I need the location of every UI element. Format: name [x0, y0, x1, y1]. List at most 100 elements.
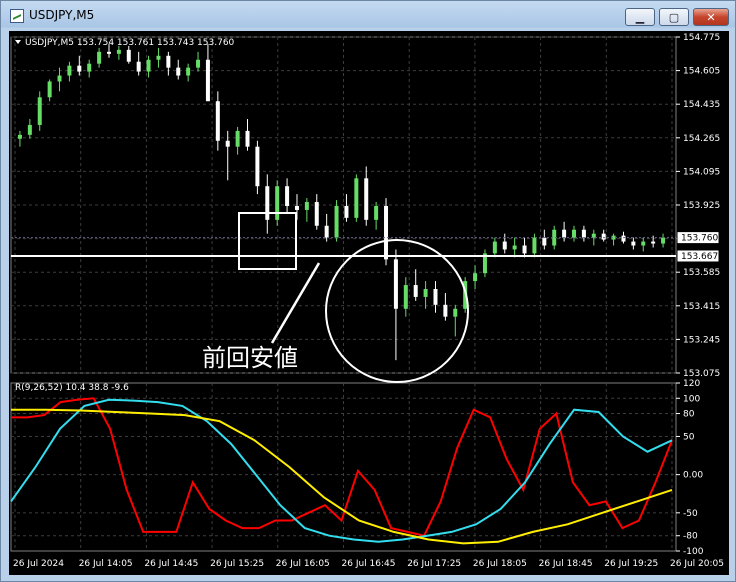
indicator-tick-label: 100 [683, 394, 700, 404]
time-tick-label: 26 Jul 17:25 [407, 559, 461, 569]
candle-body [423, 289, 428, 297]
time-tick-label: 26 Jul 14:45 [144, 559, 198, 569]
price-tick-label: 153.585 [683, 268, 720, 278]
candle-body [106, 51, 111, 54]
time-tick-label: 26 Jul 19:25 [604, 559, 658, 569]
time-tick-label: 26 Jul 2024 [13, 559, 64, 569]
chart-area[interactable]: 26 Jul 2024 26 Jul 14:05 26 Jul 14:45 26 Ju… [9, 31, 729, 575]
candle-body [275, 186, 280, 220]
candle-body [47, 81, 52, 98]
title-bar[interactable]: USDJPY,M5 ▁ ▢ ✕ [1, 1, 735, 31]
candle-body [542, 237, 547, 246]
time-tick-label: 26 Jul 18:45 [539, 559, 593, 569]
candle-body [522, 245, 527, 254]
price-tick-label: 154.435 [683, 100, 720, 110]
price-tick-label: 154.265 [683, 134, 720, 144]
price-tick-label: 153.245 [683, 335, 720, 345]
price-tick-label: 154.775 [683, 33, 720, 43]
candle-body [512, 245, 517, 250]
candle-body [156, 55, 161, 60]
price-tick-label: 154.095 [683, 167, 720, 177]
candle-body [651, 241, 656, 244]
chart-app-icon [10, 9, 24, 23]
candle-body [562, 229, 567, 238]
candle-body [374, 205, 379, 220]
candle-body [433, 289, 438, 305]
candle-body [225, 140, 230, 147]
candle-body [97, 51, 102, 64]
candle-body [631, 241, 636, 246]
price-tick-label: 153.075 [683, 369, 720, 379]
candle-body [245, 130, 250, 147]
price-tick-label: 153.925 [683, 201, 720, 211]
candle-body [57, 75, 62, 82]
price-chart[interactable]: 26 Jul 2024 26 Jul 14:05 26 Jul 14:45 26 Ju… [9, 31, 729, 575]
indicator-tick-label: 80 [683, 410, 695, 420]
candle-body [453, 308, 458, 317]
candle-body [17, 134, 22, 139]
annotation-pointer-line [270, 262, 321, 344]
candle-body [591, 233, 596, 238]
indicator-tick-label: -50 [683, 509, 698, 519]
dropdown-triangle-icon [15, 40, 21, 44]
candle-body [403, 285, 408, 309]
candle-body [126, 49, 131, 62]
candle-body [205, 59, 210, 102]
candle-body [67, 65, 72, 76]
hline-price-label: 153.667 [681, 252, 718, 262]
indicator-tick-label: -100 [683, 547, 704, 557]
candle-body [27, 124, 32, 135]
time-tick-label: 26 Jul 18:05 [473, 559, 527, 569]
candle-body [87, 63, 92, 72]
minimize-button[interactable]: ▁ [625, 8, 655, 26]
candle-body [502, 241, 507, 250]
window-title: USDJPY,M5 [29, 8, 95, 22]
candle-body [601, 233, 606, 240]
candle-body [641, 241, 646, 246]
close-button[interactable]: ✕ [693, 8, 729, 26]
indicator-series-line-1 [11, 397, 673, 537]
candle-body [265, 186, 270, 220]
candle-body [235, 130, 240, 147]
candle-body [324, 225, 329, 238]
candle-body [196, 59, 201, 68]
candle-body [314, 202, 319, 226]
time-tick-label: 26 Jul 14:05 [79, 559, 133, 569]
candle-body [37, 97, 42, 125]
indicator-tick-label: 0.00 [683, 471, 703, 481]
candle-body [473, 273, 478, 282]
candle-body [334, 205, 339, 238]
candle-body [393, 259, 398, 309]
maximize-button[interactable]: ▢ [659, 8, 689, 26]
candle-body [215, 101, 220, 141]
candle-body [443, 304, 448, 317]
candle-body [294, 205, 299, 210]
time-tick-label: 26 Jul 20:05 [670, 559, 724, 569]
price-tick-label: 154.605 [683, 67, 720, 77]
indicator-tick-label: -80 [683, 532, 698, 542]
candle-body [136, 61, 141, 72]
indicator-tick-label: 120 [683, 379, 700, 389]
time-tick-label: 26 Jul 15:25 [210, 559, 264, 569]
candle-body [166, 55, 171, 68]
candle-body [146, 59, 151, 72]
chart-window: USDJPY,M5 ▁ ▢ ✕ 26 Jul 2024 26 Jul 14:05 2… [0, 0, 736, 582]
candle-body [581, 229, 586, 238]
candle-body [285, 186, 290, 206]
candle-body [532, 237, 537, 254]
candle-body [661, 237, 666, 244]
candle-body [304, 202, 309, 210]
candle-body [413, 285, 418, 297]
symbol-info-label: USDJPY,M5 153.754 153.761 153.743 153.76… [25, 38, 235, 48]
price-tick-label: 153.415 [683, 302, 720, 312]
time-tick-label: 26 Jul 16:05 [276, 559, 330, 569]
candle-body [344, 205, 349, 218]
candle-body [77, 65, 82, 72]
candle-body [255, 146, 260, 187]
previous-low-annotation: 前回安値 [202, 344, 298, 372]
candle-body [186, 67, 191, 76]
indicator-tick-label: 50 [683, 432, 695, 442]
candle-body [572, 229, 577, 238]
candle-body [492, 241, 497, 254]
bid-price-label: 153.760 [681, 234, 718, 244]
